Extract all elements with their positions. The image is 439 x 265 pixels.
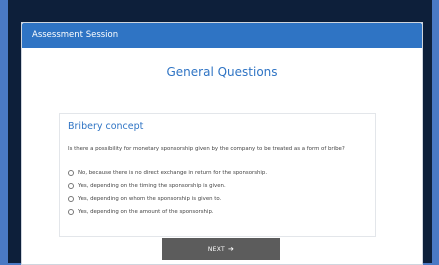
question-text: Is there a possibility for monetary spon… [68,146,345,152]
answer-label: Yes, depending on the amount of the spon… [78,209,214,215]
radio-button[interactable] [68,209,74,215]
answer-option-1[interactable]: No, because there is no direct exchange … [68,170,267,176]
arrow-right-icon: ➔ [227,245,235,253]
header-title: Assessment Session [32,30,119,40]
answer-label: No, because there is no direct exchange … [78,170,268,176]
assessment-window: Assessment Session General Questions Bri… [21,22,423,265]
next-button[interactable]: NEXT ➔ [162,238,280,260]
radio-button[interactable] [68,170,74,176]
question-card: Bribery concept Is there a possibility f… [59,113,376,237]
answer-option-2[interactable]: Yes, depending on the timing the sponsor… [68,183,226,189]
answer-option-3[interactable]: Yes, depending on whom the sponsorship i… [68,196,221,202]
answer-label: Yes, depending on whom the sponsorship i… [78,196,222,202]
card-title: Bribery concept [68,121,144,132]
page-title: General Questions [166,65,278,79]
window-header: Assessment Session [22,23,422,48]
next-button-label: NEXT [207,245,225,253]
radio-button[interactable] [68,196,74,202]
radio-button[interactable] [68,183,74,189]
answer-option-4[interactable]: Yes, depending on the amount of the spon… [68,209,214,215]
answer-label: Yes, depending on the timing the sponsor… [78,183,226,189]
